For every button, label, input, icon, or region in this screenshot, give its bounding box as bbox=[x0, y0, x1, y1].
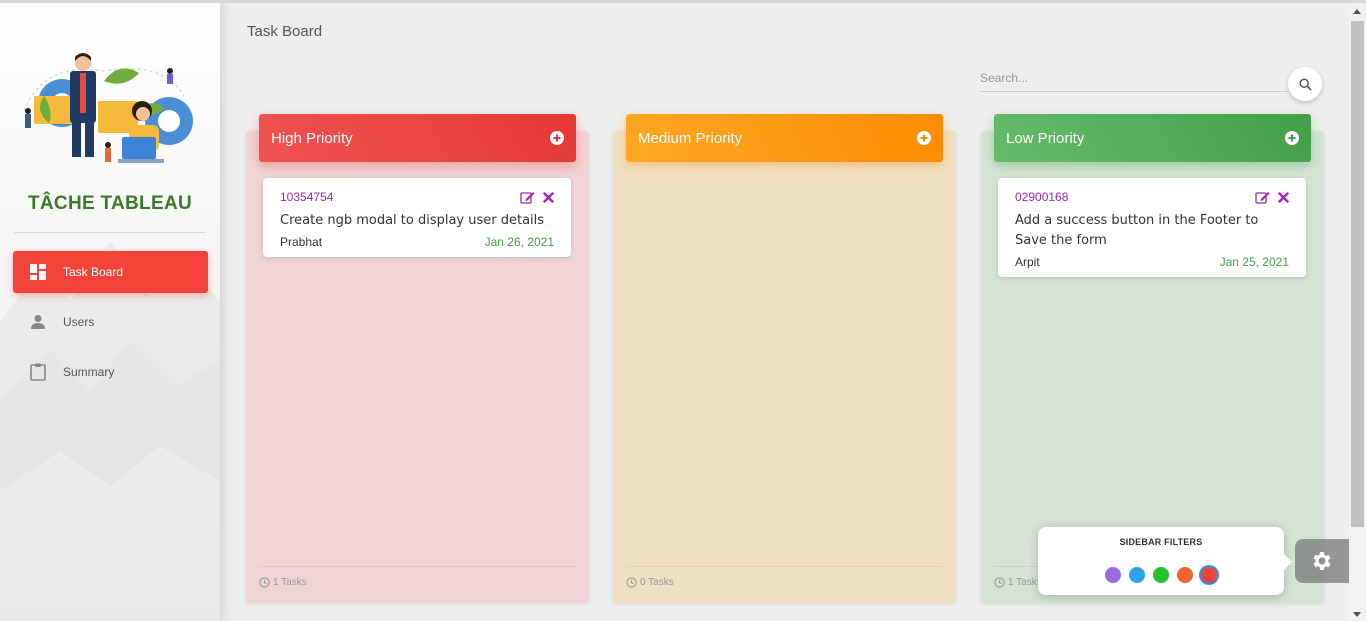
search-button[interactable] bbox=[1288, 67, 1322, 101]
page-title: Task Board bbox=[247, 23, 323, 40]
task-assignee: Prabhat bbox=[280, 235, 323, 249]
color-swatch[interactable] bbox=[1105, 567, 1121, 583]
color-swatch[interactable] bbox=[1201, 567, 1217, 583]
gear-icon bbox=[1310, 549, 1334, 573]
column-title: Low Priority bbox=[1006, 129, 1085, 147]
plus-circle-icon bbox=[917, 131, 931, 145]
color-swatch[interactable] bbox=[1129, 567, 1145, 583]
delete-icon[interactable] bbox=[543, 191, 554, 203]
scroll-down-arrow[interactable] bbox=[1353, 612, 1361, 617]
sidebar-item-label: Users bbox=[63, 315, 95, 329]
dashboard-icon bbox=[13, 264, 63, 280]
sidebar-item-summary[interactable]: Summary bbox=[13, 351, 208, 393]
column-footer: 1 Tasks bbox=[259, 566, 576, 588]
column-title: Medium Priority bbox=[638, 129, 743, 147]
divider bbox=[14, 232, 206, 233]
task-card[interactable]: 02900168 Add a success button in the Foo… bbox=[998, 178, 1306, 277]
task-date: Jan 25, 2021 bbox=[1219, 255, 1289, 269]
settings-toggle-button[interactable] bbox=[1295, 539, 1349, 583]
edit-icon[interactable] bbox=[1255, 191, 1270, 204]
add-task-button[interactable] bbox=[1285, 131, 1299, 145]
page-scrollbar[interactable] bbox=[1349, 3, 1366, 621]
plus-circle-icon bbox=[550, 131, 564, 145]
filters-title: SIDEBAR FILTERS bbox=[1119, 537, 1203, 547]
clock-icon bbox=[626, 577, 637, 588]
task-id: 10354754 bbox=[280, 190, 334, 204]
clock-icon bbox=[259, 577, 270, 588]
column-footer: 0 Tasks bbox=[626, 566, 943, 588]
task-date: Jan 26, 2021 bbox=[484, 235, 554, 249]
sidebar-filters-panel: SIDEBAR FILTERS bbox=[1038, 527, 1292, 595]
sidebar-item-label: Summary bbox=[63, 365, 115, 379]
column-medium-priority: Medium Priority 0 Tasks bbox=[613, 114, 956, 603]
task-assignee: Arpit bbox=[1015, 255, 1040, 269]
sidebar: TÂCHE TABLEAU Task Board Users Summary bbox=[0, 3, 220, 621]
column-title: High Priority bbox=[271, 129, 353, 147]
search-box bbox=[980, 66, 1288, 92]
task-count: 1 Tasks bbox=[1008, 577, 1042, 588]
color-swatch[interactable] bbox=[1153, 567, 1169, 583]
edit-icon[interactable] bbox=[520, 191, 535, 204]
sidebar-item-label: Task Board bbox=[63, 265, 124, 279]
task-count: 1 Tasks bbox=[273, 577, 307, 588]
color-swatches bbox=[1038, 567, 1284, 583]
clipboard-icon bbox=[13, 363, 63, 381]
sidebar-item-task-board[interactable]: Task Board bbox=[13, 251, 208, 293]
brand-title: TÂCHE TABLEAU bbox=[28, 193, 192, 214]
scrollbar-thumb[interactable] bbox=[1351, 21, 1364, 527]
column-header: Medium Priority bbox=[626, 114, 943, 162]
task-id: 02900168 bbox=[1015, 190, 1069, 204]
column-header: Low Priority bbox=[994, 114, 1311, 162]
add-task-button[interactable] bbox=[917, 131, 931, 145]
person-icon bbox=[13, 314, 63, 330]
clock-icon bbox=[994, 577, 1005, 588]
color-swatch[interactable] bbox=[1177, 567, 1193, 583]
delete-icon[interactable] bbox=[1278, 191, 1289, 203]
task-card[interactable]: 10354754 Create ngb modal to display use… bbox=[263, 178, 571, 257]
search-icon bbox=[1298, 77, 1312, 91]
task-description: Add a success button in the Footer to Sa… bbox=[1015, 213, 1259, 248]
task-count: 0 Tasks bbox=[640, 577, 674, 588]
column-header: High Priority bbox=[259, 114, 576, 162]
plus-circle-icon bbox=[1285, 131, 1299, 145]
top-border bbox=[0, 0, 1366, 3]
task-description: Create ngb modal to display user details bbox=[280, 213, 545, 228]
search-input[interactable] bbox=[980, 66, 1288, 90]
column-high-priority: High Priority 10354754 Create ngb modal … bbox=[246, 114, 589, 603]
sidebar-item-users[interactable]: Users bbox=[13, 301, 208, 343]
add-task-button[interactable] bbox=[550, 131, 564, 145]
team-illustration-logo bbox=[23, 53, 193, 163]
scroll-up-arrow[interactable] bbox=[1353, 9, 1361, 14]
